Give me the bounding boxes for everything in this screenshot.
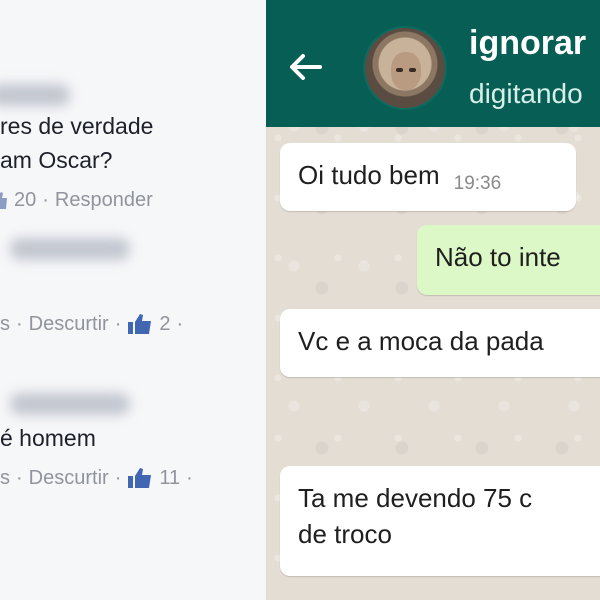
timestamp-fragment: s [0, 313, 10, 335]
like-thumb-icon[interactable] [127, 312, 153, 336]
unlike-link[interactable]: Descurtir [29, 310, 109, 338]
comment-text-line: é homem [0, 425, 96, 451]
like-count: 11 [159, 467, 181, 489]
message-time: 19:36 [453, 173, 502, 194]
commenter-name-blurred [10, 238, 130, 260]
facebook-comments-panel: res de verdade am Oscar? 20 · Responder … [0, 0, 266, 600]
like-count: 2 [159, 313, 171, 335]
reply-link[interactable]: Responder [55, 186, 153, 214]
typing-status: digitando [469, 78, 583, 109]
separator-dot: · [16, 467, 23, 489]
comment-meta: s · Descurtir · 11 · [0, 464, 199, 492]
contact-name[interactable]: ignorar [469, 24, 586, 63]
comment-meta: s · Descurtir · 2 · [0, 310, 189, 338]
chat-header: ignorar digitando [266, 0, 600, 127]
like-thumb-icon[interactable] [0, 189, 8, 211]
commenter-name-blurred [10, 393, 130, 415]
like-count: 20 [14, 189, 37, 211]
message-text: Não to inte [435, 242, 561, 272]
timestamp-fragment: s [0, 467, 10, 489]
comment-meta: 20 · Responder [0, 186, 153, 214]
separator-dot: · [42, 189, 49, 211]
unlike-link[interactable]: Descurtir [29, 464, 109, 492]
incoming-message[interactable]: Ta me devendo 75 c de troco [280, 466, 600, 576]
separator-dot: · [16, 313, 23, 335]
avatar-eye [409, 68, 416, 72]
separator-dot: · [114, 467, 122, 489]
comment-text-line: res de verdade [0, 113, 154, 139]
message-text: de troco [298, 519, 392, 549]
outgoing-message[interactable]: Não to inte [417, 225, 600, 295]
avatar-eye [396, 68, 403, 72]
whatsapp-chat-panel: ignorar digitando Oi tudo bem 19:36 Não t… [266, 0, 600, 600]
contact-avatar[interactable] [363, 26, 447, 110]
incoming-message[interactable]: Oi tudo bem 19:36 [280, 143, 576, 211]
message-text: Vc e a moca da pada [298, 326, 544, 356]
separator-dot: · [176, 313, 184, 335]
back-arrow-icon[interactable] [286, 50, 324, 84]
separator-dot: · [114, 313, 122, 335]
incoming-message[interactable]: Vc e a moca da pada [280, 309, 600, 377]
commenter-name-blurred [0, 84, 70, 106]
comment-text-line: am Oscar? [0, 147, 113, 173]
message-text: Ta me devendo 75 c [298, 483, 533, 513]
message-text: Oi tudo bem [298, 160, 440, 190]
separator-dot: · [186, 467, 193, 489]
like-thumb-icon[interactable] [127, 466, 153, 490]
